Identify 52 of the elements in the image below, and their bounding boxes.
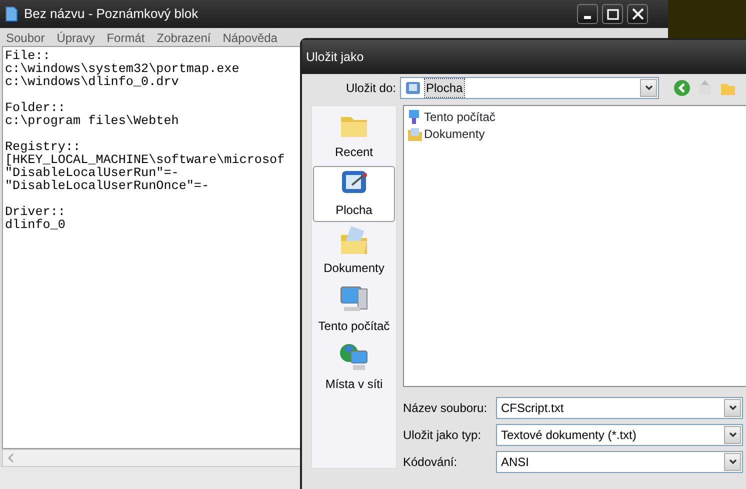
caret-icon [728,405,736,411]
text-line: dlinfo_0 [5,218,66,232]
text-line: c:\windows\dlinfo_0.drv [5,75,179,89]
text-line: c:\windows\system32\portmap.exe [5,62,240,76]
text-line: Registry:: [5,140,81,154]
minimize-button[interactable] [577,4,598,24]
combo-field[interactable]: Textové dokumenty (*.txt) [496,424,743,446]
dropdown-button[interactable] [640,79,657,97]
network-places-icon [338,341,370,373]
save-in-value: Plocha [425,79,464,97]
text-line: Driver:: [5,205,66,219]
window-title: Bez názvu - Poznámkový blok [24,5,198,24]
menu-item[interactable]: Zobrazení [150,28,217,46]
notepad-icon [4,6,18,22]
close-icon [632,8,644,20]
text-line: File:: [5,49,50,63]
minimize-icon [584,16,591,19]
menu-item[interactable]: Soubor [0,28,51,46]
maximize-button[interactable] [602,4,623,24]
text-line: "DisableLocalUserRunOnce"=- [5,179,210,193]
caret-icon [644,85,652,91]
text-line: "DisableLocalUserRun"=- [5,166,179,180]
maximize-icon [606,8,618,20]
file-list[interactable]: Tento počítač Dokumenty [403,105,746,387]
desktop-icon [405,80,421,96]
combo-field[interactable]: ANSI [496,451,743,473]
place-button[interactable]: Místa v síti [313,340,395,396]
combo-field[interactable]: CFScript.txt [496,397,743,419]
text-line: [HKEY_LOCAL_MACHINE\software\microsof [5,153,285,167]
save-in-label: Uložit do: [344,80,397,97]
caret-icon [728,459,736,465]
field-label: Kódování: [403,454,458,471]
menu-item[interactable]: Formát [100,28,151,46]
documents-folder-icon [338,225,370,257]
text-line: Folder:: [5,101,66,115]
caret-icon [728,432,736,438]
file-item[interactable]: Dokumenty [424,124,485,142]
field-label: Uložit jako typ: [403,427,482,444]
dialog-title: Uložit jako [306,48,364,66]
save-in-combo[interactable]: Plocha [400,77,659,99]
back-icon[interactable] [673,79,691,97]
file-item[interactable]: Tento počítač [424,108,496,126]
menu-item[interactable]: Úpravy [50,28,101,46]
place-button[interactable]: Plocha [313,166,395,222]
field-label: Název souboru: [403,400,488,417]
text-line: c:\program files\Webteh [5,114,179,128]
place-button[interactable]: Recent [313,108,395,164]
close-button[interactable] [627,4,648,24]
place-button[interactable]: Dokumenty [313,224,395,280]
place-button[interactable]: Tento počítač [313,282,395,338]
menu-item[interactable]: Nápověda [216,28,284,46]
documents-folder-icon [407,126,423,142]
